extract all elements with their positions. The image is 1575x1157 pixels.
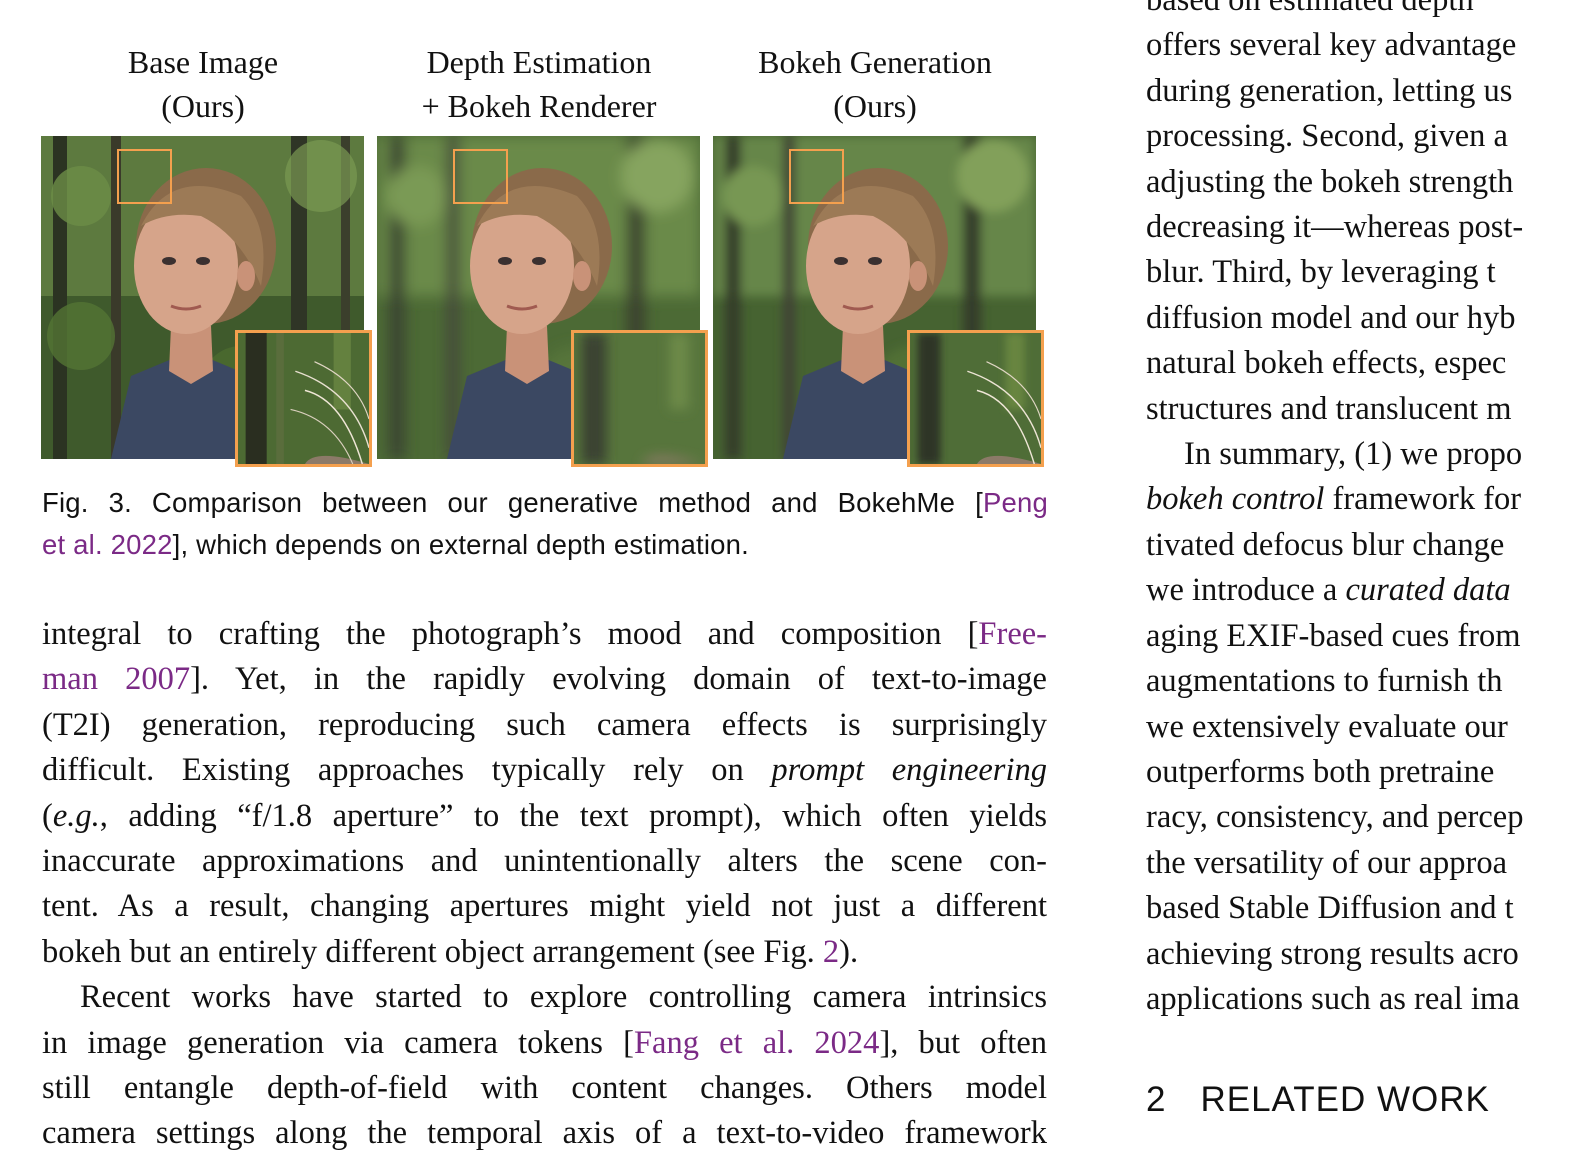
text-line: based Stable Diffusion and t xyxy=(1146,890,1514,927)
text-line: offers several key advantage xyxy=(1146,27,1517,64)
column-title-line1: Depth Estimation xyxy=(426,44,652,80)
text-line: bokeh but an entirely different object a… xyxy=(42,933,859,970)
text-line: racy, consistency, and percep xyxy=(1146,799,1524,836)
text-line: tent. As a result, changing apertures mi… xyxy=(42,888,1047,925)
caption-text: ], which depends on external depth estim… xyxy=(172,529,750,560)
right-column-body: based on estimated depth offers several … xyxy=(1146,0,1575,1022)
text-line: inaccurate approximations and unintentio… xyxy=(42,843,1047,880)
text-line: structures and translucent m xyxy=(1146,390,1512,427)
column-title-bokeh-generation: Bokeh Generation (Ours) xyxy=(710,40,1040,128)
text-line: achieving strong results acro xyxy=(1146,935,1519,972)
text-line: blur. Third, by leveraging t xyxy=(1146,254,1496,291)
column-title-line2: + Bokeh Renderer xyxy=(421,88,657,124)
text-line: applications such as real ima xyxy=(1146,980,1520,1017)
text-line: camera settings along the temporal axis … xyxy=(42,1115,1047,1152)
text-line: (T2I) generation, reproducing such camer… xyxy=(42,706,1047,743)
citation-link[interactable]: Free- xyxy=(978,616,1047,652)
text-line: augmentations to furnish th xyxy=(1146,663,1503,700)
column-title-line1: Base Image xyxy=(127,44,279,80)
text-line: diffusion model and our hyb xyxy=(1146,299,1516,336)
text-line: man 2007]. Yet, in the rapidly evolving … xyxy=(42,661,1047,698)
citation-link[interactable]: Peng xyxy=(983,487,1048,518)
text-line: we introduce a curated data xyxy=(1146,572,1511,609)
emphasis: e.g. xyxy=(52,797,100,834)
column-title-base-image: Base Image (Ours) xyxy=(38,40,368,128)
column-title-depth-estimation: Depth Estimation + Bokeh Renderer xyxy=(374,40,704,128)
emphasis: curated data xyxy=(1345,572,1511,609)
emphasis: prompt engineering xyxy=(771,752,1047,789)
text-line: integral to crafting the photograph’s mo… xyxy=(42,616,1047,652)
text-line: in image generation via camera tokens [F… xyxy=(42,1024,1047,1061)
text-line: Recent works have started to explore con… xyxy=(80,979,1047,1016)
text-line: still entangle depth-of-field with conte… xyxy=(42,1070,1047,1107)
section-heading-related-work: 2 RELATED WORK xyxy=(1146,1080,1490,1120)
left-column-body: integral to crafting the photograph’s mo… xyxy=(42,612,1047,1157)
text-line: difficult. Existing approaches typically… xyxy=(42,752,1047,789)
roi-highlight-box xyxy=(789,149,844,204)
text-line: bokeh control framework for xyxy=(1146,481,1522,518)
citation-link[interactable]: et al. 2022 xyxy=(42,529,173,560)
text-line: (e.g., adding “f/1.8 aperture” to the te… xyxy=(42,797,1047,834)
text-line: processing. Second, given a xyxy=(1146,118,1508,155)
roi-highlight-box xyxy=(117,149,172,204)
citation-link[interactable]: man 2007 xyxy=(42,661,190,697)
zoom-inset xyxy=(907,330,1044,467)
roi-highlight-box xyxy=(453,149,508,204)
panel-depth-estimation xyxy=(377,136,708,467)
panel-base-image xyxy=(41,136,372,467)
figure-caption: Fig. 3. Comparison between our generativ… xyxy=(42,482,1048,566)
column-title-line1: Bokeh Generation xyxy=(758,44,992,80)
text-line: In summary, (1) we propo xyxy=(1184,436,1523,473)
text-line: based on estimated depth xyxy=(1146,0,1474,18)
emphasis: bokeh control xyxy=(1146,481,1325,518)
caption-text: Fig. 3. Comparison between our generativ… xyxy=(42,487,983,518)
text-line: tivated defocus blur change xyxy=(1146,526,1505,563)
text-line: natural bokeh effects, espec xyxy=(1146,345,1507,382)
zoom-inset xyxy=(571,330,708,467)
zoom-inset xyxy=(235,330,372,467)
column-title-line2: (Ours) xyxy=(161,88,245,124)
caption-line-2: et al. 2022], which depends on external … xyxy=(42,524,1048,566)
text-line: the versatility of our approa xyxy=(1146,844,1507,881)
panel-bokeh-generation xyxy=(713,136,1044,467)
text-line: adjusting the bokeh strength xyxy=(1146,163,1514,200)
text-line: we extensively evaluate our xyxy=(1146,708,1508,745)
section-title: RELATED WORK xyxy=(1200,1080,1490,1119)
right-column-clip: based on estimated depth offers several … xyxy=(1146,0,1575,1157)
citation-link[interactable]: Fang et al. 2024 xyxy=(634,1025,880,1061)
figure-reference-link[interactable]: 2 xyxy=(823,934,839,970)
section-number: 2 xyxy=(1146,1080,1167,1119)
caption-line-1: Fig. 3. Comparison between our generativ… xyxy=(42,482,1048,524)
text-line: aging EXIF-based cues from xyxy=(1146,617,1521,654)
text-line: outperforms both pretraine xyxy=(1146,753,1495,790)
text-line: during generation, letting us xyxy=(1146,72,1513,109)
column-title-line2: (Ours) xyxy=(833,88,917,124)
text-line: decreasing it—whereas post- xyxy=(1146,209,1524,246)
